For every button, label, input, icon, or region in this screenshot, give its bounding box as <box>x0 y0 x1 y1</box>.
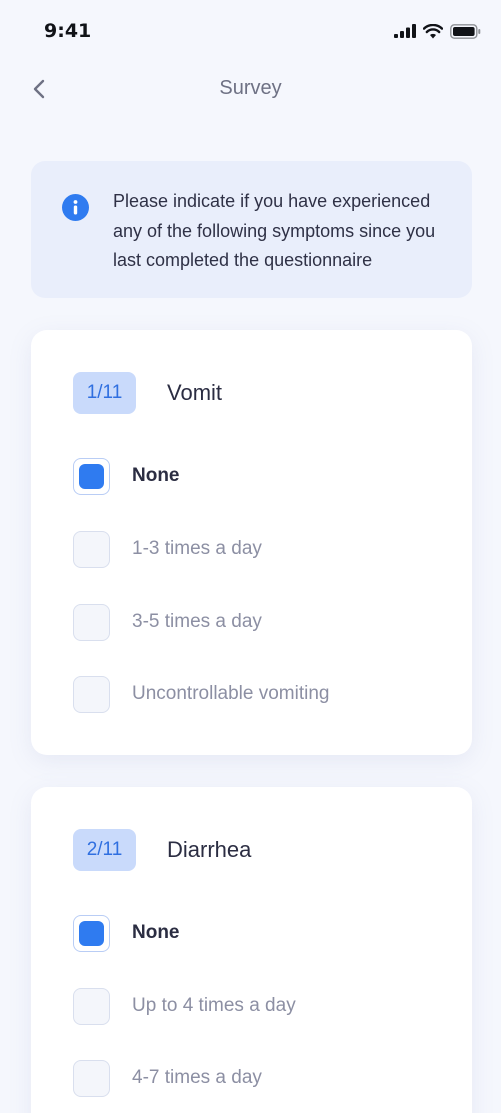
option-uncontrollable[interactable]: Uncontrollable vomiting <box>73 675 433 713</box>
option-label: 4-7 times a day <box>132 1067 262 1088</box>
info-text-line: any of the following symptoms since you <box>113 220 436 241</box>
question-header: 2/11 Diarrhea <box>73 829 251 871</box>
wifi-icon <box>423 23 443 38</box>
option-label: 1-3 times a day <box>132 538 262 559</box>
battery-icon <box>450 23 481 39</box>
option-label: Uncontrollable vomiting <box>132 683 330 704</box>
checkbox-checked[interactable] <box>73 457 110 495</box>
question-card: 1/11 Vomit None 1-3 times a day 3-5 time… <box>31 330 472 755</box>
page-title: Survey <box>219 77 282 99</box>
info-text-line: last completed the questionnaire <box>113 250 373 270</box>
info-icon <box>62 194 89 221</box>
status-time: 9:41 <box>44 20 92 42</box>
option-4-7-times[interactable]: 4-7 times a day <box>73 1059 433 1097</box>
checkbox[interactable] <box>73 1059 110 1097</box>
question-title: Vomit <box>167 380 223 405</box>
info-text: Please indicate if you have experienced … <box>113 187 453 276</box>
option-label: None <box>132 465 180 486</box>
checkbox-checked[interactable] <box>73 914 110 952</box>
option-label: 3-5 times a day <box>132 611 262 632</box>
checkbox[interactable] <box>73 603 110 641</box>
question-card: 2/11 Diarrhea None Up to 4 times a day 4… <box>31 787 472 1113</box>
option-none[interactable]: None <box>73 457 433 495</box>
nav-bar: Survey <box>0 64 501 116</box>
status-icons <box>394 22 481 40</box>
option-3-5-times[interactable]: 3-5 times a day <box>73 603 433 641</box>
status-bar: 9:41 <box>0 0 501 64</box>
info-text-line: Please indicate if you have experienced <box>113 191 431 211</box>
question-counter-badge: 2/11 <box>73 829 136 871</box>
question-header: 1/11 Vomit <box>73 372 222 414</box>
question-title: Diarrhea <box>167 837 252 862</box>
option-none[interactable]: None <box>73 914 433 952</box>
option-1-3-times[interactable]: 1-3 times a day <box>73 530 433 568</box>
checkbox[interactable] <box>73 530 110 568</box>
checkbox[interactable] <box>73 675 110 713</box>
cellular-signal-icon <box>394 24 416 38</box>
option-label: Up to 4 times a day <box>132 995 296 1016</box>
checkbox[interactable] <box>73 987 110 1025</box>
option-up-to-4-times[interactable]: Up to 4 times a day <box>73 987 433 1025</box>
option-label: None <box>132 922 180 943</box>
question-counter-badge: 1/11 <box>73 372 136 414</box>
